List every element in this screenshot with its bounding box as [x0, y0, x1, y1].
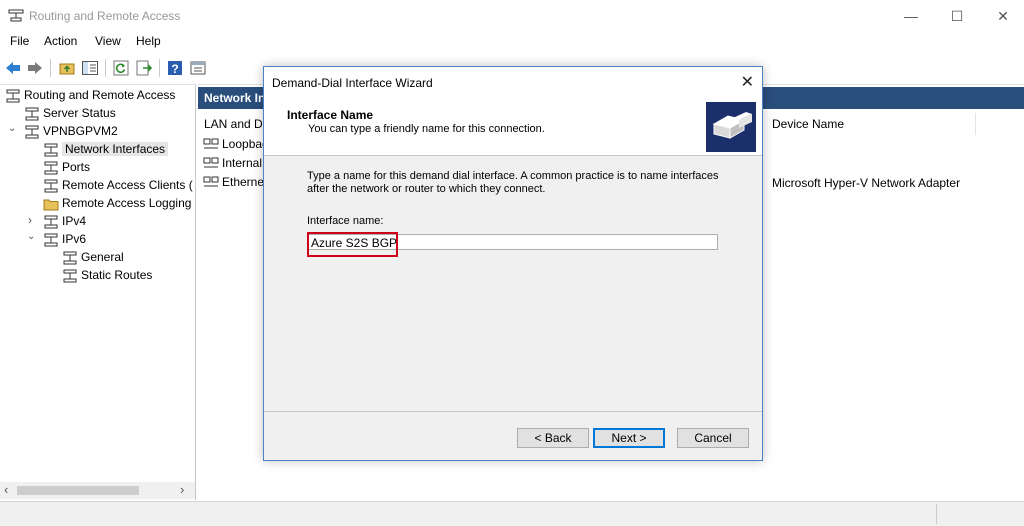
interface-name-label: Interface name:	[307, 215, 384, 227]
back-arrow-icon[interactable]	[4, 59, 22, 77]
tree-item-static-routes[interactable]: Static Routes	[62, 266, 152, 284]
scroll-left-arrow-icon[interactable]: ‹	[4, 482, 8, 497]
back-button[interactable]: < Back	[517, 428, 589, 448]
folder-icon	[43, 196, 59, 212]
dialog-close-icon[interactable]: ✕	[741, 72, 754, 92]
server-icon	[62, 250, 78, 266]
wizard-header: Interface Name You can type a friendly n…	[264, 97, 762, 156]
window-title-bar: Routing and Remote Access — ☐ ✕	[0, 0, 1024, 32]
tree-horizontal-scrollbar[interactable]: ‹ ›	[0, 482, 195, 499]
tree-item-label: Remote Access Clients (	[62, 178, 193, 192]
server-icon	[5, 88, 21, 104]
tree-item-vpnbgpvm2[interactable]: VPNBGPVM2	[24, 122, 118, 140]
device-name-cell: Microsoft Hyper-V Network Adapter	[772, 176, 961, 190]
tree-item-ports[interactable]: Ports	[43, 158, 90, 176]
window-title: Routing and Remote Access	[29, 9, 181, 23]
column-header-device-name[interactable]: Device Name	[766, 113, 976, 135]
tree-item-routing-root[interactable]: Routing and Remote Access	[5, 86, 175, 104]
routing-app-icon	[8, 9, 24, 26]
next-button[interactable]: Next >	[593, 428, 665, 448]
up-folder-icon[interactable]	[58, 59, 76, 77]
show-hide-tree-icon[interactable]	[81, 59, 99, 77]
menu-help[interactable]: Help	[136, 34, 161, 48]
svg-text:?: ?	[171, 62, 178, 76]
collapse-chevron-icon[interactable]: ⌄	[8, 123, 16, 134]
network-adapter-icon	[203, 175, 219, 191]
ports-icon	[43, 160, 59, 176]
dialog-title: Demand-Dial Interface Wizard	[272, 76, 433, 90]
tree-item-general[interactable]: General	[62, 248, 124, 266]
tree-item-label: Static Routes	[81, 268, 153, 282]
demand-dial-wizard-icon	[706, 102, 756, 152]
minimize-button[interactable]: —	[888, 0, 934, 32]
toolbar-separator	[50, 59, 51, 77]
properties-icon[interactable]	[189, 59, 207, 77]
expand-chevron-icon[interactable]: ›	[28, 213, 32, 227]
scroll-thumb[interactable]	[17, 486, 139, 495]
menu-action[interactable]: Action	[44, 34, 77, 48]
tree-item-ipv6[interactable]: IPv6	[43, 230, 86, 248]
tree-item-label: Server Status	[43, 106, 116, 120]
forward-arrow-icon[interactable]	[26, 59, 44, 77]
server-icon	[62, 268, 78, 284]
server-icon	[43, 232, 59, 248]
interface-name-input[interactable]: Azure S2S BGP	[308, 234, 718, 250]
menu-file[interactable]: File	[10, 34, 29, 48]
interface-name: Internal	[222, 156, 263, 170]
menu-view[interactable]: View	[95, 34, 121, 48]
status-segment	[936, 504, 937, 524]
clients-icon	[43, 178, 59, 194]
demand-dial-wizard-dialog: Demand-Dial Interface Wizard ✕ Interface…	[263, 66, 763, 461]
tree-item-label: Network Interfaces	[62, 142, 169, 156]
interface-name: Ethernet	[222, 175, 268, 189]
tree-item-label: VPNBGPVM2	[43, 124, 118, 138]
scroll-right-arrow-icon[interactable]: ›	[180, 482, 184, 497]
tree-item-ipv4[interactable]: IPv4	[43, 212, 86, 230]
tree-item-label: IPv6	[62, 232, 87, 246]
cancel-button[interactable]: Cancel	[677, 428, 749, 448]
tree-item-label: IPv4	[62, 214, 87, 228]
maximize-button[interactable]: ☐	[934, 0, 980, 32]
collapse-chevron-icon[interactable]: ⌄	[27, 231, 35, 242]
tree-item-server-status[interactable]: Server Status	[24, 104, 116, 122]
tree-item-remote-access-logging[interactable]: Remote Access Logging	[43, 194, 191, 212]
status-bar	[0, 501, 1024, 526]
wizard-body: Type a name for this demand dial interfa…	[264, 156, 762, 409]
server-icon	[24, 124, 40, 140]
tree-item-remote-access-clients[interactable]: Remote Access Clients (	[43, 176, 193, 194]
dialog-separator	[264, 411, 762, 412]
dialog-title-bar: Demand-Dial Interface Wizard ✕	[264, 67, 762, 97]
network-adapter-icon	[203, 137, 219, 153]
navigation-tree: Routing and Remote Access Server Status …	[0, 84, 196, 500]
list-item[interactable]: Internal	[203, 154, 262, 172]
help-icon[interactable]: ?	[166, 59, 184, 77]
tree-item-label: Remote Access Logging	[62, 196, 192, 210]
refresh-icon[interactable]	[112, 59, 130, 77]
network-interface-icon	[43, 142, 59, 158]
wizard-step-subtitle: You can type a friendly name for this co…	[308, 123, 545, 135]
close-button[interactable]: ✕	[980, 0, 1024, 32]
tree-item-label: Routing and Remote Access	[24, 88, 176, 102]
tree-item-label: General	[81, 250, 124, 264]
server-icon	[43, 214, 59, 230]
wizard-description: Type a name for this demand dial interfa…	[307, 170, 719, 195]
server-icon	[24, 106, 40, 122]
tree-item-label: Ports	[62, 160, 91, 174]
toolbar-separator	[105, 59, 106, 77]
toolbar-separator	[159, 59, 160, 77]
network-adapter-icon	[203, 156, 219, 172]
export-list-icon[interactable]	[135, 59, 153, 77]
list-item[interactable]: Ethernet	[203, 173, 267, 191]
tree-item-network-interfaces[interactable]: Network Interfaces	[43, 140, 169, 158]
wizard-step-title: Interface Name	[287, 108, 374, 122]
